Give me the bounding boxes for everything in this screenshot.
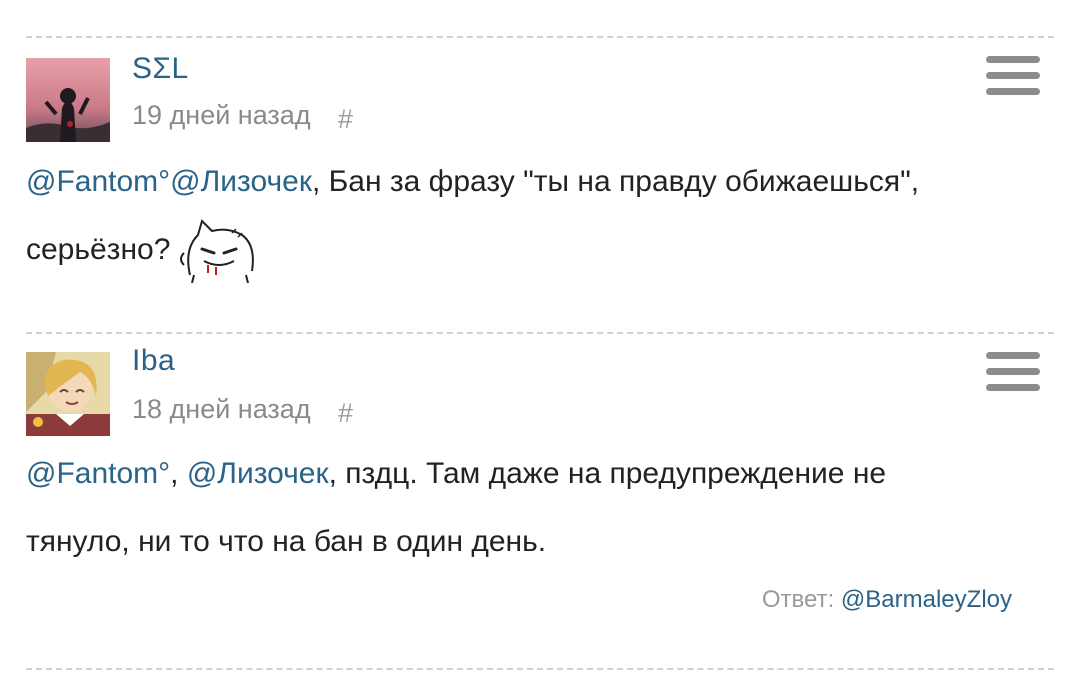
divider <box>26 668 1054 670</box>
permalink-hash[interactable]: # <box>338 104 353 135</box>
hamburger-menu-icon[interactable] <box>986 352 1040 396</box>
comment-line-text: , Бан за фразу "ты на правду обижаешься"… <box>311 165 920 198</box>
comment-line-text: тянуло, ни то что на бан в один день. <box>26 525 547 558</box>
timestamp: 19 дней назад <box>132 100 311 130</box>
mention-link[interactable]: @Fantom° <box>26 165 170 198</box>
reply-to: Ответ: @BarmaleyZloy <box>762 586 1012 614</box>
comment: SΣL 19 дней назад # @Fantom°@Лизочек, Ба… <box>26 38 1054 328</box>
comment-text: @Fantom°@Лизочек, Бан за фразу "ты на пр… <box>26 148 1046 284</box>
comment-line-1: @Fantom°@Лизочек, Бан за фразу "ты на пр… <box>26 148 1046 216</box>
comment-line-2: тянуло, ни то что на бан в один день. <box>26 508 1046 576</box>
mention-separator: , <box>170 457 187 490</box>
comment-line-1: @Fantom°, @Лизочек, пздц. Там даже на пр… <box>26 440 1046 508</box>
username[interactable]: SΣL <box>132 52 189 86</box>
comment-text: @Fantom°, @Лизочек, пздц. Там даже на пр… <box>26 440 1046 576</box>
avatar[interactable] <box>26 352 110 436</box>
avatar-image-icon <box>26 352 110 436</box>
mention-link[interactable]: @Лизочек <box>170 165 312 198</box>
hamburger-menu-icon[interactable] <box>986 56 1040 100</box>
permalink-hash[interactable]: # <box>338 398 353 429</box>
mention-link[interactable]: @Лизочек <box>187 457 329 490</box>
timestamp: 18 дней назад <box>132 394 311 424</box>
angry-cat-sticker-icon <box>180 219 255 284</box>
comment-line-text: , пздц. Там даже на предупреждение не <box>328 457 887 490</box>
comment-line-text: серьёзно? <box>26 233 171 266</box>
comment: Iba 18 дней назад # @Fantom°, @Лизочек, … <box>26 334 1054 634</box>
comment-line-2: серьёзно? <box>26 216 1046 284</box>
avatar-image-icon <box>26 58 110 142</box>
reply-user-link[interactable]: @BarmaleyZloy <box>841 586 1012 613</box>
mention-link[interactable]: @Fantom° <box>26 457 170 490</box>
reply-label: Ответ: <box>761 586 835 613</box>
username[interactable]: Iba <box>132 344 175 378</box>
comments-page: SΣL 19 дней назад # @Fantom°@Лизочек, Ба… <box>0 0 1080 674</box>
avatar[interactable] <box>26 58 110 142</box>
